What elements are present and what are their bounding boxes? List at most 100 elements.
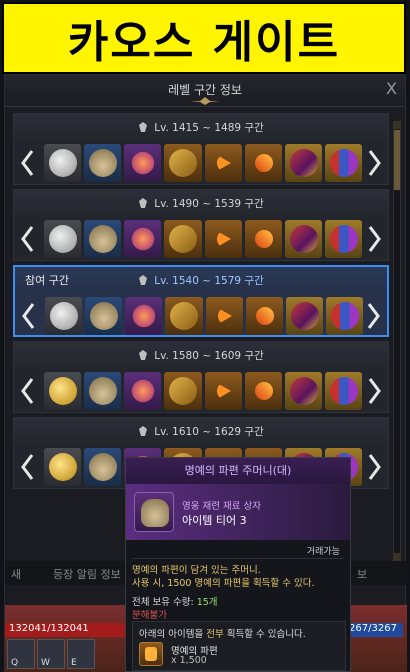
next-arrow-button[interactable] [364,220,386,258]
reward-item[interactable] [204,372,242,410]
reward-item[interactable] [124,372,162,410]
chevron-left-icon [21,378,34,404]
reward-item[interactable] [44,220,82,258]
scroll-up-button[interactable] [393,121,401,129]
reward-item[interactable] [124,144,162,182]
chevron-right-icon [367,303,380,329]
leapstone-icon [250,226,277,252]
next-arrow-button[interactable] [364,144,386,182]
leapstone-icon [251,303,278,329]
reward-row [15,295,387,339]
tier-header: Lv. 1580 ~ 1609 구간 [14,342,388,368]
book-icon [169,149,198,177]
reward-item[interactable] [284,220,322,258]
reward-item[interactable] [165,297,203,335]
reward-item[interactable] [84,448,122,486]
notice-tab-right[interactable]: 보 [357,566,367,582]
reward-item[interactable] [84,144,122,182]
honor-shard-bag-icon [89,377,118,405]
reward-item[interactable] [44,144,82,182]
leapstone-icon [250,150,277,176]
reward-item[interactable] [84,372,122,410]
arrow-piece-icon [216,231,231,247]
scroll-icon [289,149,318,177]
reward-head-emph: 전부 [206,629,224,640]
skill-slot-e[interactable]: E [67,639,95,669]
tier-header: 참여 구간 Lv. 1540 ~ 1579 구간 [15,267,387,293]
book-icon [169,377,198,405]
reward-item[interactable] [324,220,362,258]
level-icon [139,122,148,132]
reward-item[interactable] [205,297,243,335]
card-pack-icon [329,149,358,177]
reward-items [44,372,362,410]
reward-item[interactable] [285,297,323,335]
scroll-down-button[interactable] [393,553,401,561]
reward-item[interactable] [244,220,282,258]
reward-item[interactable] [245,297,283,335]
prev-arrow-button[interactable] [16,144,38,182]
reward-item[interactable] [284,144,322,182]
item-tooltip: 명예의 파편 주머니(대) 영웅 재련 재료 상자 아이템 티어 3 거래가능 … [125,457,351,672]
reward-item[interactable] [44,448,82,486]
silver-coin-icon [49,149,77,177]
reward-item[interactable] [164,144,202,182]
reward-item[interactable] [244,144,282,182]
next-arrow-button[interactable] [363,297,385,335]
next-arrow-button[interactable] [364,448,386,486]
close-button[interactable]: X [386,79,397,98]
reward-item[interactable] [244,372,282,410]
reward-item[interactable] [164,220,202,258]
level-icon [139,426,148,436]
arrow-piece-icon [216,383,231,399]
reward-item[interactable] [124,220,162,258]
prev-arrow-button[interactable] [16,372,38,410]
reward-item[interactable] [84,220,122,258]
tooltip-description-line-1: 명예의 파편이 담겨 있는 주머니. [132,565,261,576]
tooltip-description-line-2: 사용 시, 1500 명예의 파편을 획득할 수 있다. [132,578,315,589]
card-pack-icon [329,377,358,405]
reward-item[interactable] [204,144,242,182]
tier-row[interactable]: Lv. 1490 ~ 1539 구간 [13,189,389,261]
reward-row [14,370,388,414]
gold-coin-icon [49,377,77,405]
notice-tab-left[interactable]: 새 [11,566,21,582]
reward-item[interactable] [324,144,362,182]
reward-head-pre: 아래의 아이템을 [139,629,204,640]
reward-item[interactable] [204,220,242,258]
title-banner: 카오스 게이트 [2,2,406,74]
scroll-icon [290,302,319,330]
tooltip-divider [132,558,344,559]
scroll-thumb[interactable] [394,130,400,190]
tier-range-label: Lv. 1415 ~ 1489 구간 [14,120,388,135]
reward-item[interactable] [44,372,82,410]
reward-item[interactable] [325,297,363,335]
reward-item[interactable] [45,297,83,335]
tier-row[interactable]: Lv. 1580 ~ 1609 구간 [13,341,389,413]
reward-items [44,144,362,182]
next-arrow-button[interactable] [364,372,386,410]
skill-slot-q[interactable]: Q [7,639,35,669]
honor-shard-bag-icon [89,453,118,481]
prev-arrow-button[interactable] [17,297,39,335]
reward-item[interactable] [324,372,362,410]
tier-row[interactable]: Lv. 1415 ~ 1489 구간 [13,113,389,185]
tier-range-label: Lv. 1490 ~ 1539 구간 [14,196,388,211]
notice-tab-text[interactable]: 등장 알림 정보 [53,566,121,582]
level-icon [139,198,148,208]
fire-gem-icon [127,375,160,407]
reward-item[interactable] [164,372,202,410]
reward-item[interactable] [284,372,322,410]
reward-quantity: x 1,500 [171,655,207,666]
scroll-icon [289,377,318,405]
reward-item[interactable] [85,297,123,335]
arrow-piece-icon [217,308,232,324]
prev-arrow-button[interactable] [16,448,38,486]
tooltip-no-disassemble: 분해불가 [132,610,167,621]
tier-row[interactable]: 참여 구간 Lv. 1540 ~ 1579 구간 [13,265,389,337]
scrollbar[interactable] [393,121,401,561]
reward-item[interactable] [125,297,163,335]
gold-coin-icon [49,453,77,481]
prev-arrow-button[interactable] [16,220,38,258]
skill-slot-w[interactable]: W [37,639,65,669]
